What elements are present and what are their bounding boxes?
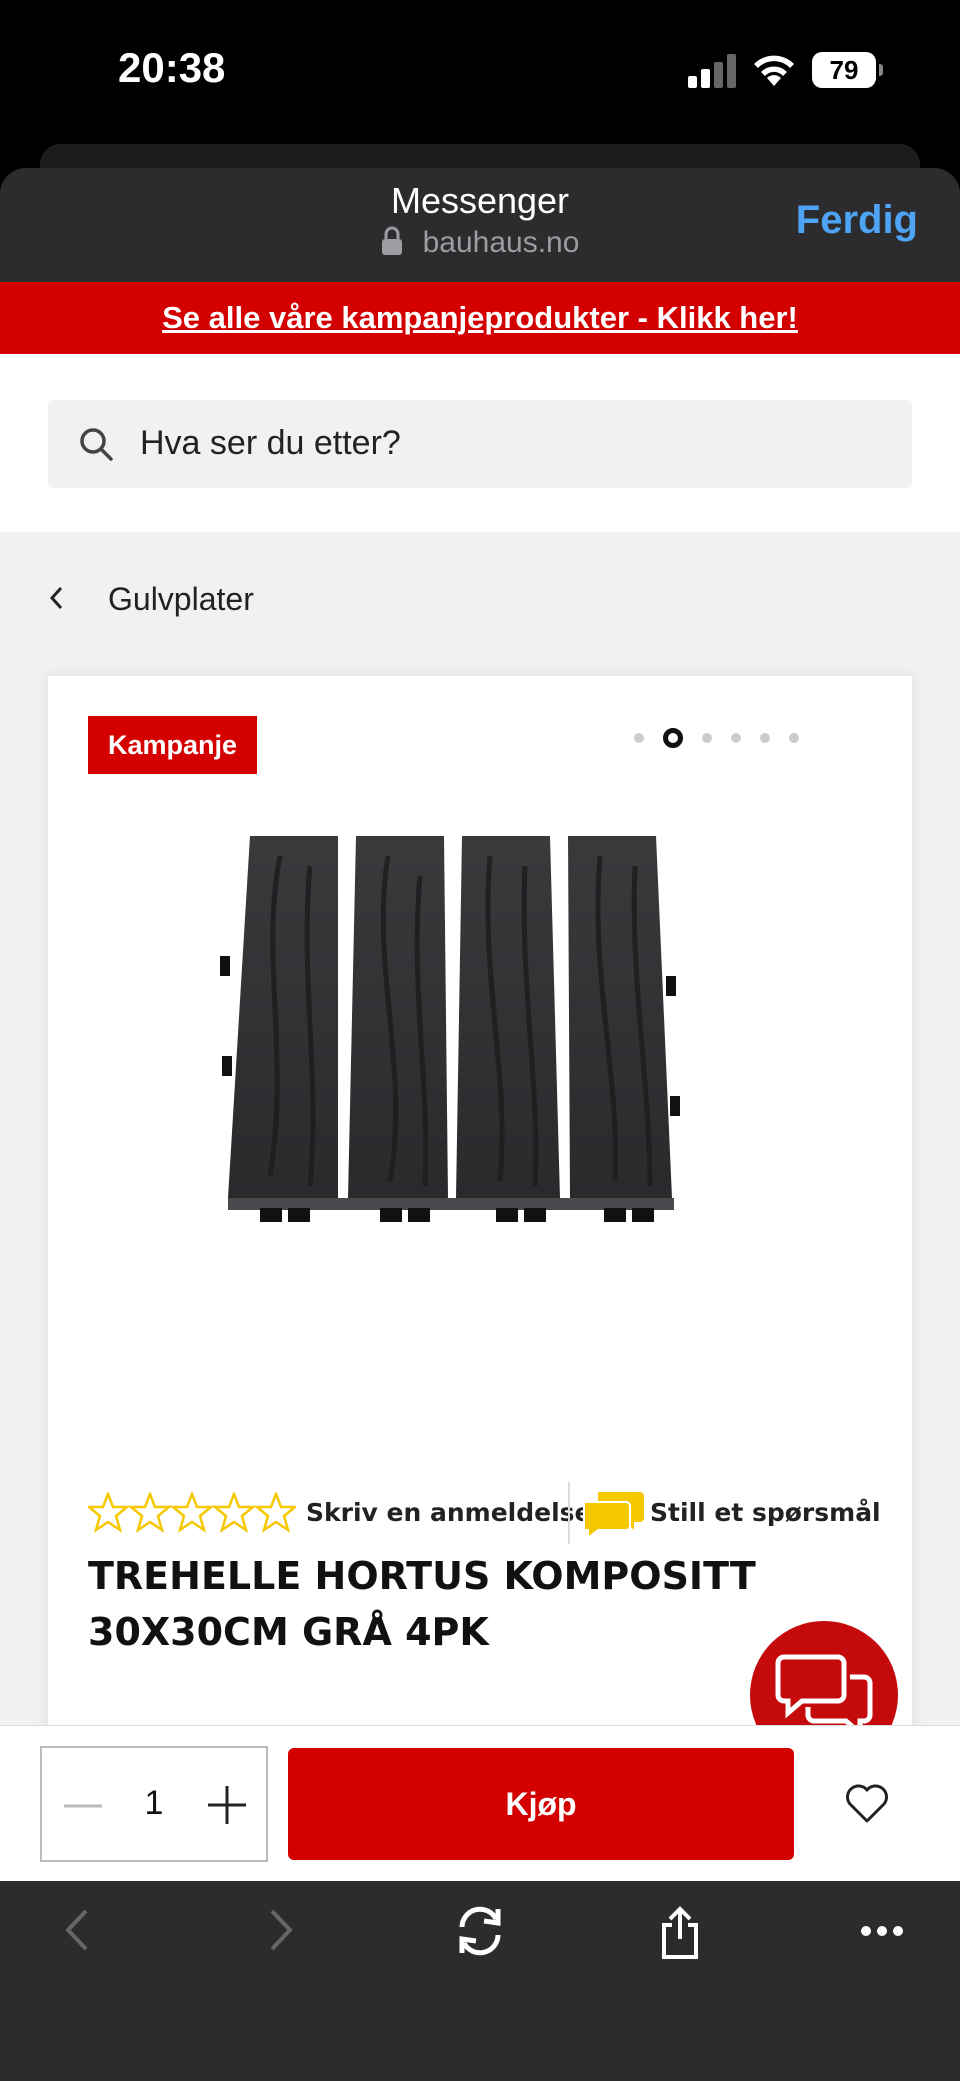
reload-icon[interactable] (454, 1905, 506, 1957)
buy-button[interactable]: Kjøp (288, 1748, 794, 1860)
status-time: 20:38 (118, 44, 226, 91)
carousel-dot-active[interactable] (663, 728, 683, 748)
rating-stars[interactable] (88, 1492, 296, 1534)
forward-icon[interactable] (264, 1905, 298, 1955)
web-page: Se alle våre kampanjeprodukter - Klikk h… (0, 282, 960, 1725)
campaign-badge: Kampanje (88, 716, 258, 774)
chat-icon (775, 1654, 873, 1725)
more-icon[interactable] (860, 1925, 904, 1937)
product-image[interactable] (220, 836, 740, 1256)
product-card: Kampanje Skriv en anmeldelse Still et sp… (48, 676, 912, 1725)
quantity-stepper[interactable]: 1 (40, 1746, 268, 1862)
carousel-dot[interactable] (760, 733, 770, 743)
browser-header: Messenger bauhaus.no Ferdig (0, 168, 960, 282)
wifi-icon (754, 55, 794, 86)
ask-question-link[interactable]: Still et spørsmål (650, 1498, 881, 1527)
heart-icon[interactable] (844, 1782, 890, 1824)
search-placeholder: Hva ser du etter? (140, 424, 401, 462)
chevron-left-icon (49, 586, 63, 610)
browser-url-text: bauhaus.no (422, 226, 580, 259)
write-review-link[interactable]: Skriv en anmeldelse (306, 1498, 592, 1527)
chat-bubble-icon (583, 1492, 644, 1540)
signal-icon (688, 54, 736, 88)
product-title: TREHELLE HORTUS KOMPOSITT 30X30CM GRÅ 4P… (88, 1554, 756, 1654)
image-carousel-dots[interactable] (634, 728, 818, 748)
carousel-dot[interactable] (634, 733, 644, 743)
buy-bar: 1 Kjøp (0, 1725, 960, 1881)
search-icon (80, 428, 113, 461)
status-bar: 20:38 79 (0, 0, 960, 148)
battery-level: 79 (829, 55, 859, 85)
review-row: Skriv en anmeldelse Still et spørsmål (88, 1482, 888, 1546)
divider (568, 1482, 570, 1544)
carousel-dot[interactable] (731, 733, 741, 743)
carousel-dot[interactable] (702, 733, 712, 743)
plus-icon[interactable] (206, 1784, 248, 1826)
promo-banner: Se alle våre kampanjeprodukter - Klikk h… (0, 282, 960, 354)
battery-icon: 79 (812, 52, 883, 88)
search-area: Hva ser du etter? (0, 354, 960, 532)
lock-icon (381, 226, 402, 255)
breadcrumb-label: Gulvplater (108, 581, 254, 617)
search-input[interactable]: Hva ser du etter? (48, 400, 912, 488)
carousel-dot[interactable] (789, 733, 799, 743)
share-icon[interactable] (658, 1905, 702, 1961)
browser-toolbar (0, 1881, 960, 2081)
back-icon[interactable] (60, 1905, 94, 1955)
done-button[interactable]: Ferdig (796, 198, 918, 243)
promo-link[interactable]: Se alle våre kampanjeprodukter - Klikk h… (162, 300, 798, 335)
